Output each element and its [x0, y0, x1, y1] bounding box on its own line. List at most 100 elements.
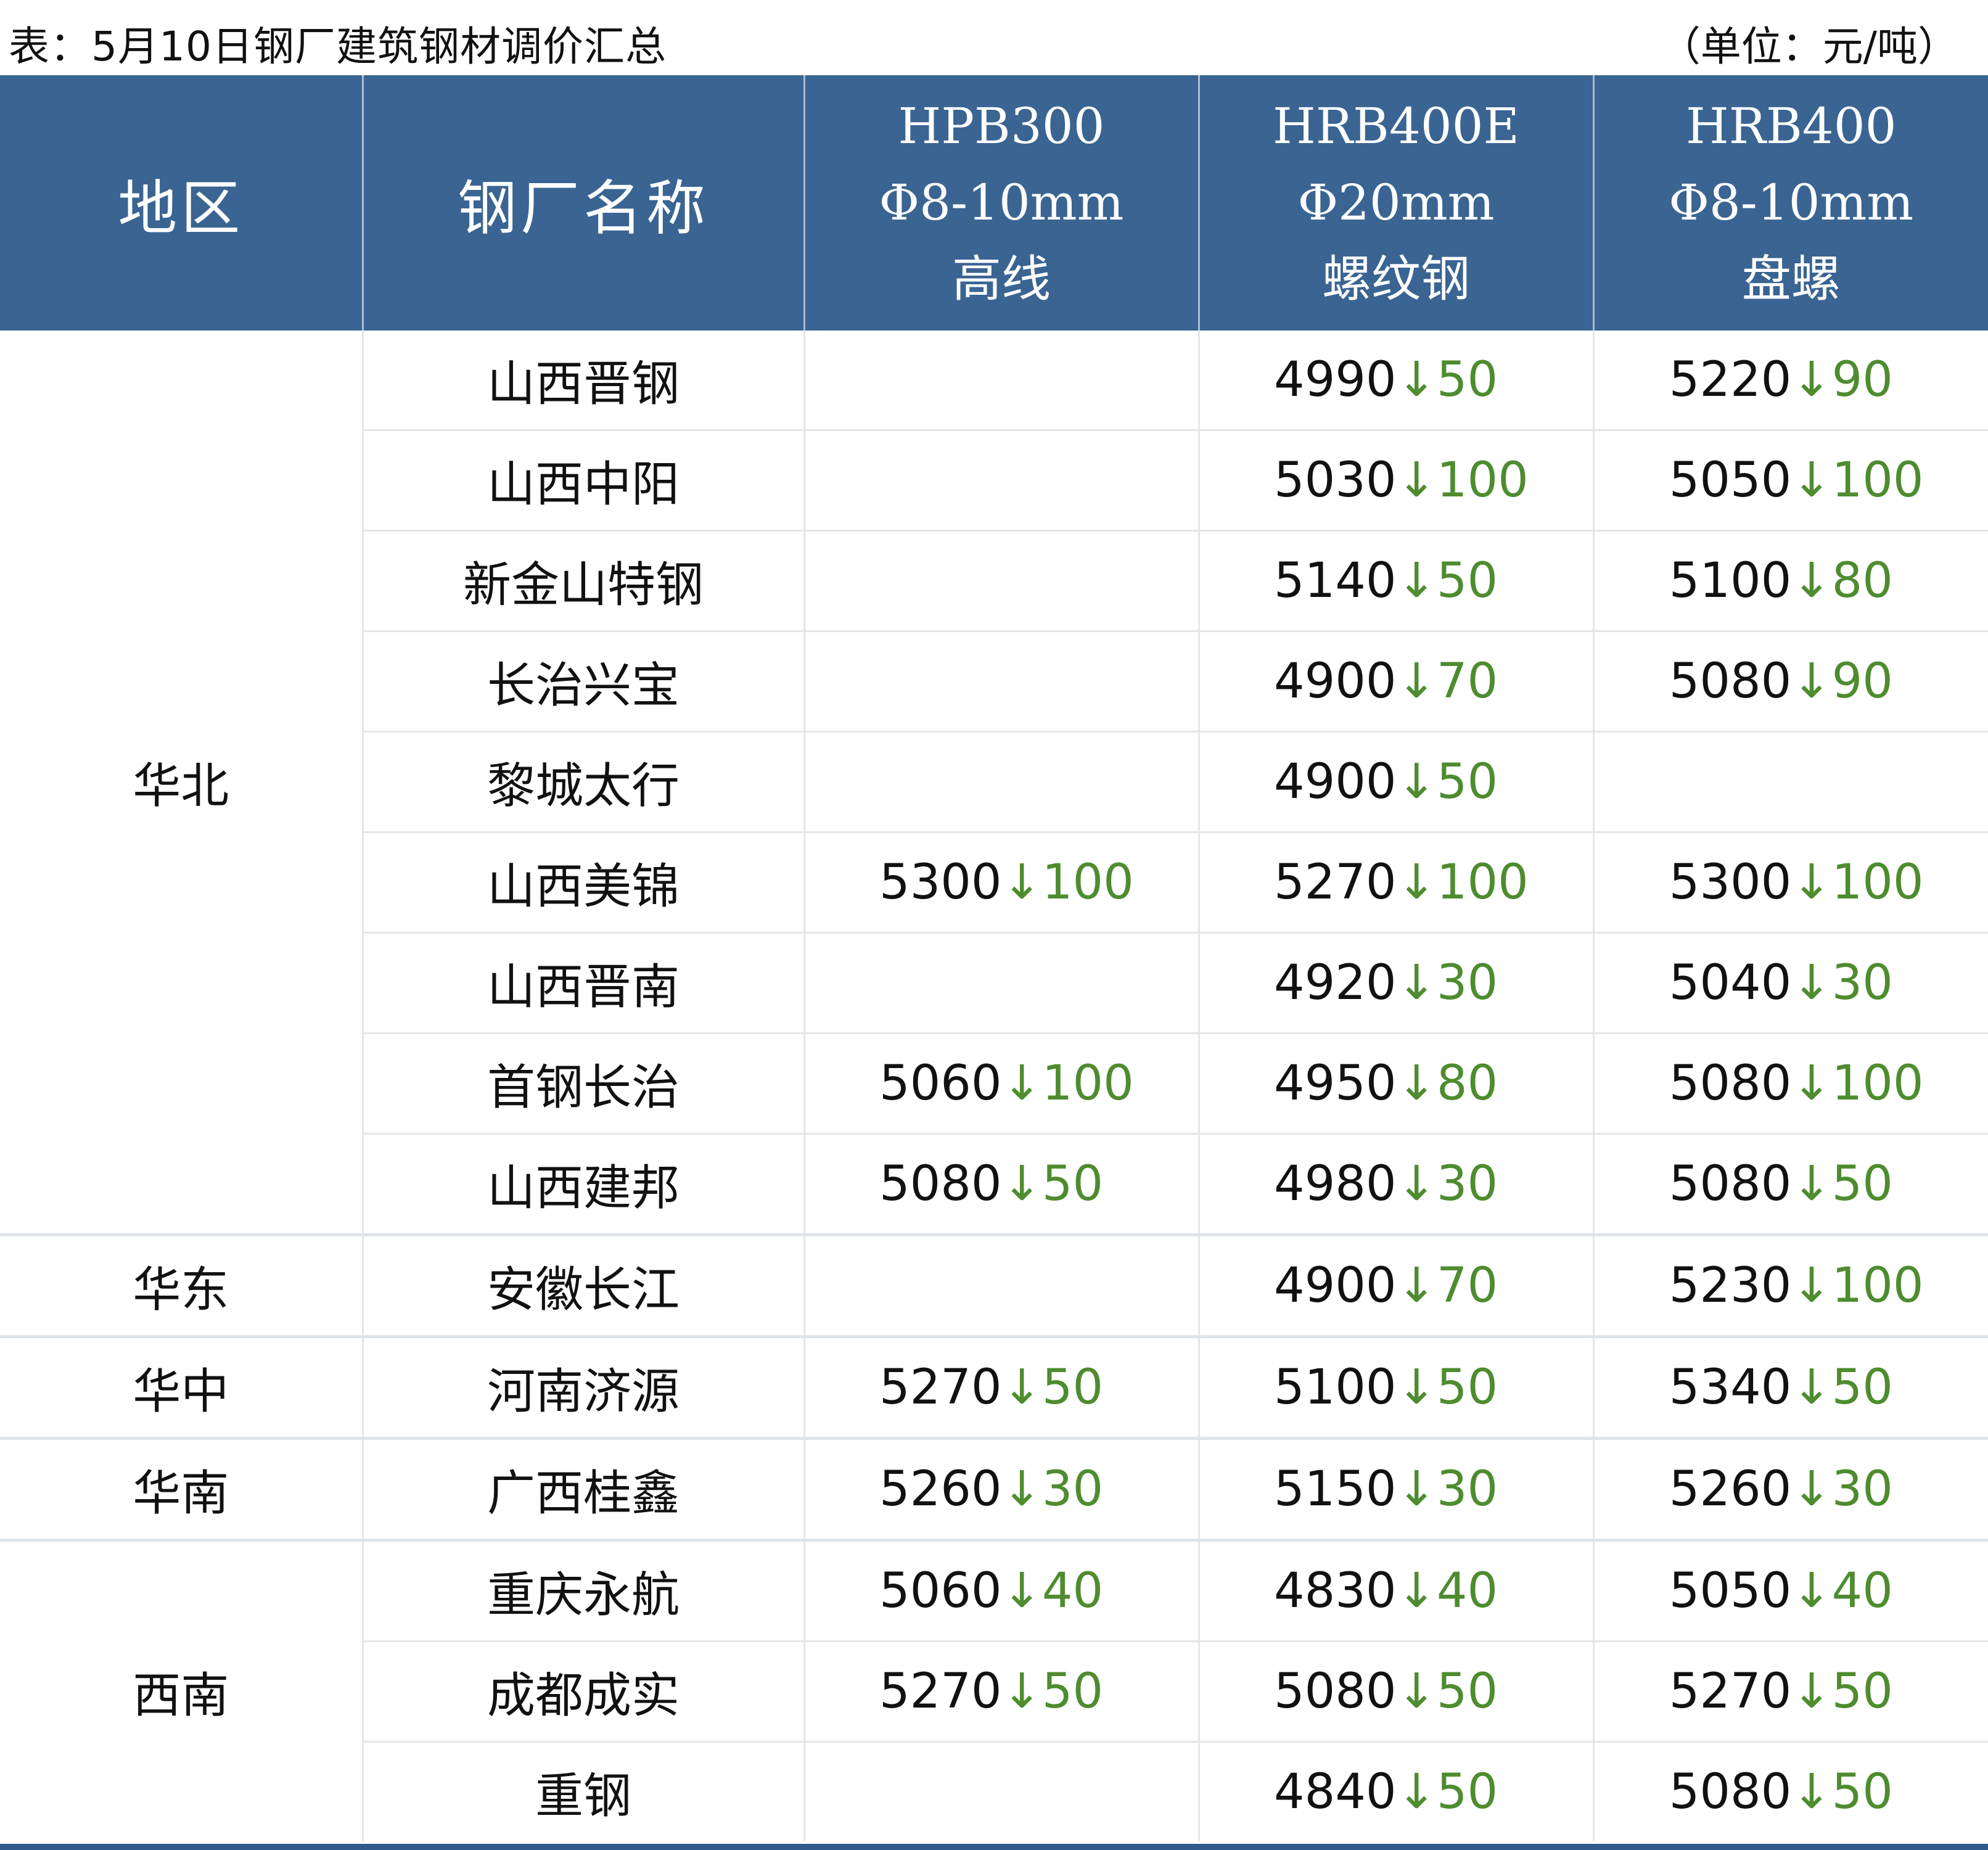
price-base: 4950	[1274, 1056, 1397, 1111]
price-cell-p2: 5100↓50	[1199, 1337, 1593, 1439]
mill-name-cell: 首钢长治	[363, 1034, 804, 1134]
price-cell-p1: 5060↓100	[804, 1034, 1199, 1134]
price-change: 30	[1437, 1462, 1498, 1517]
header-hrb400-spec: Φ8-10mm	[1595, 165, 1988, 241]
price-cell-p2: 4900↓70	[1199, 631, 1593, 732]
price-cell-p3: 5040↓30	[1593, 933, 1988, 1034]
down-arrow-icon: ↓	[1397, 1156, 1437, 1212]
price-change: 50	[1437, 352, 1498, 408]
price-change: 50	[1437, 1360, 1498, 1415]
price-cell-p1	[804, 933, 1199, 1034]
table-row: 华北山西晋钢4990↓505220↓90	[0, 331, 1988, 430]
price-change: 50	[1832, 1764, 1893, 1820]
header-hrb400: HRB400 Φ8-10mm 盘螺	[1593, 75, 1988, 331]
price-value: 5150↓30	[1274, 1462, 1518, 1517]
price-value: 5080↓50	[1274, 1664, 1518, 1719]
region-cell: 华东	[0, 1235, 363, 1337]
price-change: 100	[1437, 453, 1529, 508]
down-arrow-icon: ↓	[1397, 654, 1437, 709]
price-change: 80	[1832, 553, 1893, 609]
down-arrow-icon: ↓	[1791, 1056, 1831, 1111]
price-change: 80	[1437, 1056, 1498, 1111]
price-cell-p1: 5260↓30	[804, 1439, 1199, 1540]
price-change: 100	[1832, 1056, 1924, 1111]
down-arrow-icon: ↓	[1397, 1258, 1437, 1314]
mill-name-cell: 安徽长江	[363, 1235, 804, 1337]
price-value: 5230↓100	[1669, 1258, 1913, 1314]
down-arrow-icon: ↓	[1397, 1462, 1437, 1517]
price-value: 4830↓40	[1274, 1563, 1518, 1619]
price-cell-p2: 5080↓50	[1199, 1642, 1593, 1742]
down-arrow-icon: ↓	[1791, 955, 1831, 1011]
table-row: 华南广西桂鑫5260↓305150↓305260↓30	[0, 1439, 1988, 1540]
header-hrb400e-type: 螺纹钢	[1200, 241, 1593, 318]
price-base: 5080	[1669, 654, 1792, 709]
down-arrow-icon: ↓	[1002, 1664, 1042, 1719]
price-base: 5270	[1669, 1664, 1792, 1719]
price-cell-p1: 5080↓50	[804, 1134, 1199, 1235]
price-value: 5300↓100	[1669, 855, 1913, 910]
price-base: 4920	[1274, 955, 1397, 1011]
price-value: 5050↓100	[1669, 453, 1913, 508]
price-change: 50	[1437, 1764, 1498, 1820]
header-hpb300-spec: Φ8-10mm	[805, 165, 1198, 241]
price-value: 5270↓50	[1669, 1664, 1913, 1719]
price-change: 50	[1437, 754, 1498, 810]
mill-name-cell: 重庆永航	[363, 1540, 804, 1642]
down-arrow-icon: ↓	[1002, 1462, 1042, 1517]
price-cell-p2: 5150↓30	[1199, 1439, 1593, 1540]
price-cell-p3: 5230↓100	[1593, 1235, 1988, 1337]
price-cell-p3: 5080↓50	[1593, 1134, 1988, 1235]
price-change: 40	[1832, 1563, 1893, 1619]
mill-name-cell: 新金山特钢	[363, 531, 804, 631]
price-value: 5050↓40	[1669, 1563, 1913, 1619]
price-value: 5060↓100	[879, 1056, 1123, 1111]
mill-name-cell: 山西晋南	[363, 933, 804, 1034]
price-change: 100	[1832, 855, 1924, 910]
price-value: 5080↓50	[1669, 1156, 1913, 1212]
mill-name-cell: 广西桂鑫	[363, 1439, 804, 1540]
price-change: 70	[1437, 654, 1498, 709]
price-base: 5080	[1274, 1664, 1397, 1719]
down-arrow-icon: ↓	[1791, 1360, 1831, 1415]
price-value: 4920↓30	[1274, 955, 1518, 1011]
price-change: 40	[1437, 1563, 1498, 1619]
price-base: 5270	[879, 1360, 1002, 1415]
price-value: 5100↓50	[1274, 1360, 1518, 1415]
price-cell-p1: 5300↓100	[804, 832, 1199, 933]
price-value: 5040↓30	[1669, 955, 1913, 1011]
down-arrow-icon: ↓	[1791, 553, 1831, 609]
header-hpb300-grade: HPB300	[805, 88, 1198, 165]
price-cell-p3: 5100↓80	[1593, 531, 1988, 631]
down-arrow-icon: ↓	[1791, 352, 1831, 408]
price-cell-p3	[1593, 732, 1988, 832]
price-base: 4900	[1274, 1258, 1397, 1314]
mill-name-cell: 山西建邦	[363, 1134, 804, 1235]
price-cell-p3: 5080↓50	[1593, 1742, 1988, 1842]
price-cell-p2: 4980↓30	[1199, 1134, 1593, 1235]
price-value: 5030↓100	[1274, 453, 1518, 508]
down-arrow-icon: ↓	[1791, 1664, 1831, 1719]
price-value: 5340↓50	[1669, 1360, 1913, 1415]
down-arrow-icon: ↓	[1397, 352, 1437, 408]
price-base: 5300	[1669, 855, 1792, 910]
price-base: 5080	[1669, 1764, 1792, 1820]
price-change: 40	[1042, 1563, 1103, 1619]
price-base: 4830	[1274, 1563, 1397, 1619]
down-arrow-icon: ↓	[1397, 754, 1437, 810]
price-base: 5220	[1669, 352, 1792, 408]
mill-name-cell: 长治兴宝	[363, 631, 804, 732]
table-row: 华中河南济源5270↓505100↓505340↓50	[0, 1337, 1988, 1439]
price-change: 100	[1832, 453, 1924, 508]
price-value: 4980↓30	[1274, 1156, 1518, 1212]
table-row: 西南重庆永航5060↓404830↓405050↓40	[0, 1540, 1988, 1642]
price-change: 50	[1042, 1360, 1103, 1415]
down-arrow-icon: ↓	[1397, 1764, 1437, 1820]
price-cell-p3: 5300↓100	[1593, 832, 1988, 933]
price-base: 5040	[1669, 955, 1792, 1011]
mill-name-cell: 山西美锦	[363, 832, 804, 933]
header-hrb400-type: 盘螺	[1595, 241, 1988, 318]
table-row: 华东安徽长江4900↓705230↓100	[0, 1235, 1988, 1337]
down-arrow-icon: ↓	[1002, 1056, 1042, 1111]
down-arrow-icon: ↓	[1791, 1156, 1831, 1212]
